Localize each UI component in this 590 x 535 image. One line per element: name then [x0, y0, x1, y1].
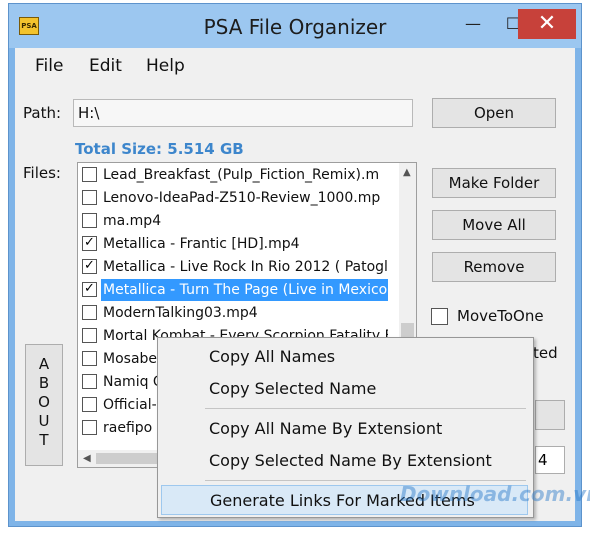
checkbox-icon[interactable]: [82, 420, 97, 435]
checkbox-icon[interactable]: [82, 213, 97, 228]
file-list-item[interactable]: ✓ Metallica - Frantic [HD].mp4: [78, 233, 388, 256]
ctx-copy-all-name-by-extension[interactable]: Copy All Name By Extensiont: [161, 414, 528, 444]
file-name: Lead_Breakfast_(Pulp_Fiction_Remix).m: [103, 167, 380, 183]
file-list-item[interactable]: ✓ Metallica - Live Rock In Rio 2012 ( Pat…: [78, 256, 388, 279]
checked-checkbox-icon[interactable]: ✓: [82, 282, 97, 297]
file-name: Metallica - Turn The Page (Live in Mexic…: [101, 279, 388, 301]
file-name: Lenovo-IdeaPad-Z510-Review_1000.mp: [103, 190, 381, 206]
file-name: ma.mp4: [103, 213, 162, 229]
files-label: Files:: [23, 164, 61, 182]
close-button[interactable]: ✕: [518, 9, 576, 39]
ctx-copy-all-names[interactable]: Copy All Names: [161, 342, 528, 372]
move-to-one-checkbox[interactable]: [431, 308, 448, 325]
path-input[interactable]: H:\: [73, 99, 413, 127]
ctx-copy-selected-name[interactable]: Copy Selected Name: [161, 374, 528, 404]
file-list-item[interactable]: Lead_Breakfast_(Pulp_Fiction_Remix).m: [78, 164, 388, 187]
checkbox-icon[interactable]: [82, 328, 97, 343]
menu-help[interactable]: Help: [146, 54, 185, 78]
file-list-item[interactable]: ModernTalking03.mp4: [78, 302, 388, 325]
move-to-one-label: MoveToOne: [457, 307, 544, 325]
about-letter: U: [38, 412, 50, 430]
checkbox-icon[interactable]: [82, 305, 97, 320]
watermark: Download.com.vn: [400, 482, 590, 506]
partial-number-value: 4: [538, 451, 548, 469]
menu-edit[interactable]: Edit: [89, 54, 122, 78]
partial-option-label: ted: [533, 344, 558, 362]
open-button[interactable]: Open: [432, 98, 556, 128]
menu-file[interactable]: File: [35, 54, 63, 78]
about-letter: O: [38, 393, 50, 411]
partial-button[interactable]: [535, 400, 565, 430]
file-name: raefipo: [103, 420, 153, 436]
file-name: Official-: [103, 397, 157, 413]
remove-button[interactable]: Remove: [432, 252, 556, 282]
checkbox-icon[interactable]: [82, 167, 97, 182]
about-button[interactable]: A B O U T: [25, 344, 63, 466]
file-name: Metallica - Live Rock In Rio 2012 ( Pato…: [103, 259, 388, 275]
ctx-copy-selected-name-by-extension[interactable]: Copy Selected Name By Extensiont: [161, 446, 528, 476]
about-letter: B: [38, 374, 50, 392]
checkbox-icon[interactable]: [82, 397, 97, 412]
about-letter: A: [38, 355, 50, 373]
path-label: Path:: [23, 104, 62, 122]
checkbox-icon[interactable]: [82, 351, 97, 366]
file-list-item[interactable]: Lenovo-IdeaPad-Z510-Review_1000.mp: [78, 187, 388, 210]
checked-checkbox-icon[interactable]: ✓: [82, 236, 97, 251]
scroll-left-icon[interactable]: ◀: [83, 453, 91, 464]
checked-checkbox-icon[interactable]: ✓: [82, 259, 97, 274]
partial-number-field[interactable]: 4: [535, 446, 565, 474]
minimize-button[interactable]: —: [453, 12, 493, 38]
file-list-item[interactable]: ✓ Metallica - Turn The Page (Live in Mexi…: [78, 279, 388, 302]
checkbox-icon[interactable]: [82, 374, 97, 389]
file-name: ModernTalking03.mp4: [103, 305, 258, 321]
move-all-button[interactable]: Move All: [432, 210, 556, 240]
file-name: Mosabe: [103, 351, 158, 367]
ctx-separator: [205, 480, 526, 481]
make-folder-button[interactable]: Make Folder: [432, 168, 556, 198]
title-bar[interactable]: PSA PSA File Organizer — ☐ ✕: [9, 4, 581, 48]
checkbox-icon[interactable]: [82, 190, 97, 205]
file-name: Metallica - Frantic [HD].mp4: [103, 236, 300, 252]
about-letter: T: [39, 431, 49, 449]
scroll-up-icon[interactable]: ▲: [403, 167, 411, 178]
file-list-item[interactable]: ma.mp4: [78, 210, 388, 233]
total-size-label: Total Size: 5.514 GB: [75, 140, 244, 158]
ctx-separator: [205, 408, 526, 409]
